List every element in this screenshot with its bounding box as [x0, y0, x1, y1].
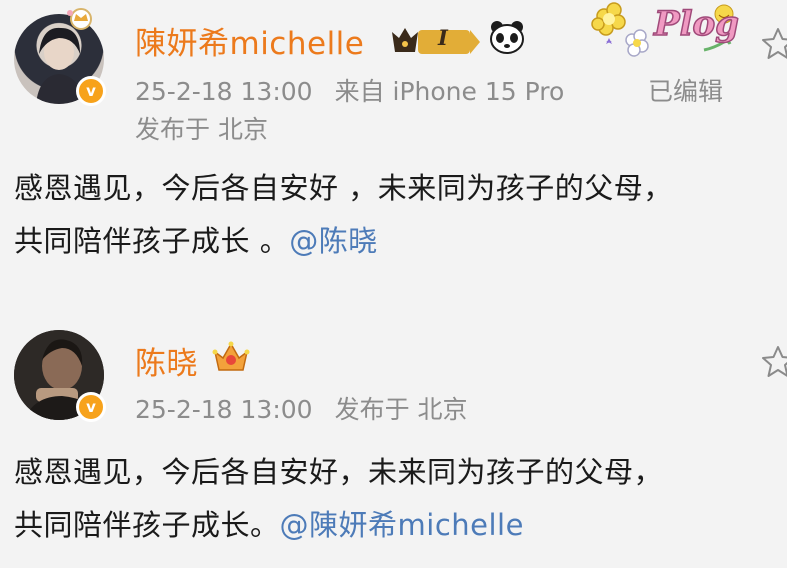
favorite-star-icon[interactable]	[760, 344, 787, 384]
post-meta: 25-2-18 13:00 发布于 北京	[135, 390, 490, 426]
member-level-badge[interactable]: I	[390, 22, 482, 62]
verified-badge-icon: v	[76, 392, 106, 422]
member-level-text: I	[438, 25, 448, 50]
panda-icon	[488, 18, 526, 60]
favorite-star-icon[interactable]	[760, 26, 787, 66]
post-timestamp: 25-2-18 13:00	[135, 77, 313, 106]
post-body-line1: 感恩遇见，今后各自安好，未来同为孩子的父母，	[14, 455, 664, 489]
mention-link[interactable]: @陈晓	[289, 224, 378, 258]
post-body-line2-text: 共同陪伴孩子成长。	[14, 508, 280, 542]
post-location: 发布于 北京	[135, 115, 268, 144]
plog-sticker-icon: Plog	[584, 0, 754, 66]
plog-sticker-text: Plog	[653, 3, 739, 45]
post-timestamp: 25-2-18 13:00	[135, 395, 313, 424]
post-1: v 陳妍希michelle I Plog 25-2-18 13:00 来自 iP…	[0, 0, 787, 290]
post-2: v 陈晓 25-2-18 13:00 发布于 北京 感恩遇见，今后各自安好，未来同…	[0, 318, 787, 568]
post-body: 感恩遇见，今后各自安好 ，未来同为孩子的父母， 共同陪伴孩子成长 。@陈晓	[14, 162, 673, 268]
edited-label[interactable]: 已编辑	[648, 72, 723, 108]
crown-icon	[62, 4, 100, 38]
post-body: 感恩遇见，今后各自安好，未来同为孩子的父母， 共同陪伴孩子成长。@陳妍希mich…	[14, 446, 663, 552]
mention-link[interactable]: @陳妍希michelle	[280, 508, 524, 542]
author-name[interactable]: 陳妍希michelle	[135, 18, 364, 63]
post-body-line1: 感恩遇见，今后各自安好 ，未来同为孩子的父母，	[14, 171, 673, 205]
post-body-line2: 共同陪伴孩子成长 。@陈晓	[14, 215, 673, 268]
crown-icon	[212, 338, 250, 378]
author-name[interactable]: 陈晓	[135, 338, 198, 383]
author-avatar[interactable]: v	[14, 330, 106, 422]
post-body-line2: 共同陪伴孩子成长。@陳妍希michelle	[14, 499, 663, 552]
verified-badge-icon: v	[76, 76, 106, 106]
post-location: 发布于 北京	[334, 395, 468, 424]
post-source[interactable]: 来自 iPhone 15 Pro	[335, 77, 565, 106]
post-meta: 25-2-18 13:00 来自 iPhone 15 Pro	[135, 72, 586, 108]
post-body-line2-text: 共同陪伴孩子成长 。	[14, 224, 290, 258]
